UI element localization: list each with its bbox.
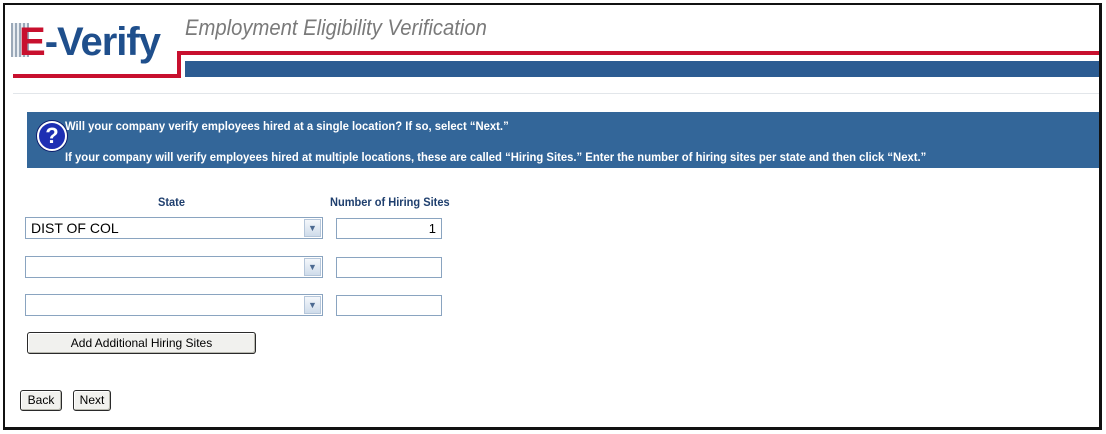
state-select-value: DIST OF COL <box>31 220 119 236</box>
header-red-rule <box>177 51 1099 55</box>
question-mark-icon: ? <box>37 121 67 151</box>
logo-word-verify: -Verify <box>44 20 161 64</box>
next-button[interactable]: Next <box>73 390 111 411</box>
app-window: E-Verify Employment Eligibility Verifica… <box>3 3 1102 430</box>
chevron-down-icon[interactable]: ▼ <box>304 219 321 237</box>
question-banner: ? Will your company verify employees hir… <box>27 112 1099 168</box>
chevron-down-icon[interactable]: ▼ <box>304 258 321 276</box>
header-red-rule-bottom <box>13 74 181 78</box>
hiring-sites-input-1[interactable]: 1 <box>336 218 442 239</box>
state-select-3[interactable]: ▼ <box>25 294 323 316</box>
logo-letter-e: E <box>19 20 46 64</box>
banner-question-text: Will your company verify employees hired… <box>65 119 509 133</box>
hiring-sites-input-3[interactable] <box>336 295 442 316</box>
hiring-sites-input-2[interactable] <box>336 257 442 278</box>
state-select-1[interactable]: DIST OF COL ▼ <box>25 217 323 239</box>
add-hiring-sites-button[interactable]: Add Additional Hiring Sites <box>27 332 256 354</box>
state-column-header: State <box>158 195 185 209</box>
e-verify-logo: E-Verify <box>19 17 161 67</box>
sites-column-header: Number of Hiring Sites <box>330 195 450 209</box>
header-blue-bar <box>185 61 1099 77</box>
back-button[interactable]: Back <box>20 390 62 411</box>
page-title: Employment Eligibility Verification <box>185 15 487 40</box>
header-divider <box>13 93 1099 94</box>
state-select-2[interactable]: ▼ <box>25 256 323 278</box>
chevron-down-icon[interactable]: ▼ <box>304 296 321 314</box>
banner-instruction-text: If your company will verify employees hi… <box>65 150 927 164</box>
